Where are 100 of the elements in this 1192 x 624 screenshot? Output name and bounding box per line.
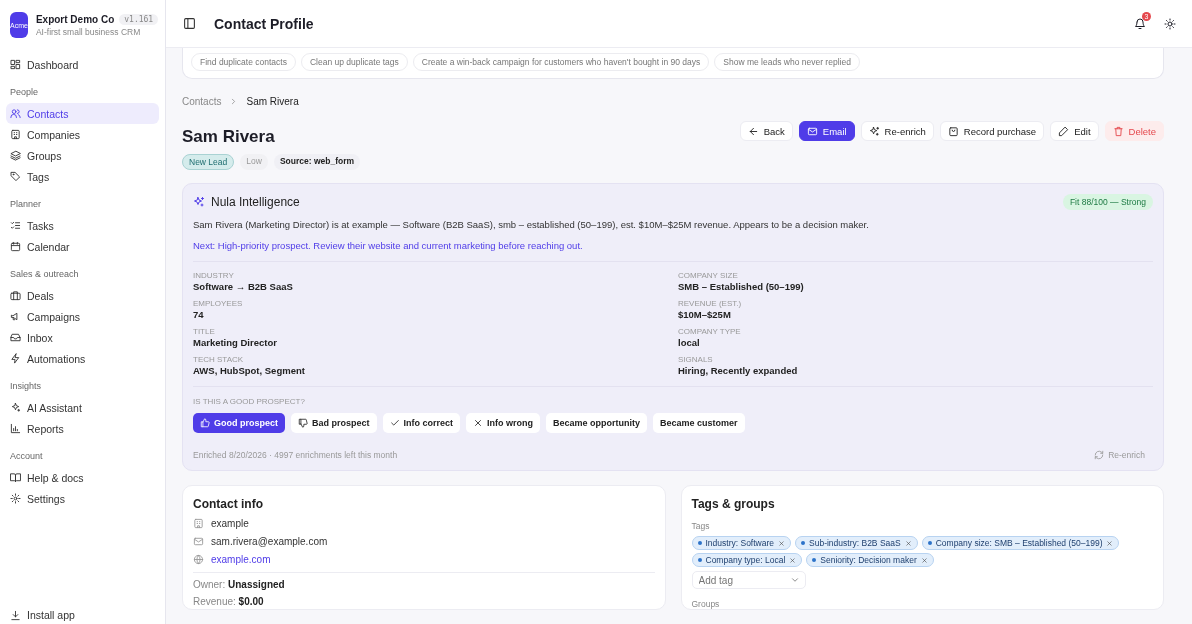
nav-item[interactable]: Inbox xyxy=(6,327,159,348)
download-icon xyxy=(10,609,21,621)
nav-item[interactable]: Calendar xyxy=(6,236,159,257)
tag-chip[interactable]: Company size: SMB – Established (50–199) xyxy=(921,536,1120,550)
feedback-button[interactable]: Info wrong xyxy=(466,413,541,433)
field-label: TITLE xyxy=(193,327,216,336)
layers-icon xyxy=(10,150,21,161)
nav-item[interactable]: Deals xyxy=(6,285,159,306)
trash-icon xyxy=(1112,125,1124,137)
feedback-button[interactable]: Info correct xyxy=(382,413,461,433)
field-label: INDUSTRY xyxy=(193,271,235,280)
nav-item[interactable]: Tasks xyxy=(6,215,159,236)
chevron-down-icon xyxy=(789,575,800,585)
version-badge: v1.161 xyxy=(119,13,159,25)
nav-item[interactable]: Campaigns xyxy=(6,306,159,327)
section-heading: Insights xyxy=(9,380,43,393)
envelope-icon xyxy=(193,536,204,547)
sparkle-icon xyxy=(868,125,880,137)
nav-item[interactable]: Automations xyxy=(6,348,159,369)
tag-icon xyxy=(10,171,21,182)
action-button[interactable]: Re-enrich xyxy=(860,121,934,141)
priority-badge: Low xyxy=(240,154,268,170)
section-heading: Account xyxy=(9,450,44,463)
email-text: sam.rivera@example.com xyxy=(211,536,328,547)
field-value: SMB – Established (50–199) xyxy=(678,281,805,292)
nav-item[interactable]: Settings xyxy=(6,488,159,509)
field-label: EMPLOYEES xyxy=(193,299,244,308)
feedback-button[interactable]: Bad prospect xyxy=(291,413,377,433)
install-app-link[interactable]: Install app xyxy=(6,606,159,624)
nav-item[interactable]: Reports xyxy=(6,418,159,439)
nav-item[interactable]: Tags xyxy=(6,166,159,187)
contact-name: Sam Rivera xyxy=(182,127,276,147)
breadcrumb-link[interactable]: Contacts xyxy=(182,96,222,107)
field-label: REVENUE (EST.) xyxy=(678,299,743,308)
arrow-left-icon xyxy=(747,125,759,137)
feedback-button[interactable]: Became customer xyxy=(653,413,745,433)
add-tag-field[interactable]: Add tag xyxy=(691,571,806,589)
nav-item[interactable]: Groups xyxy=(6,145,159,166)
action-button[interactable]: Record purchase xyxy=(939,121,1045,141)
pencil-icon xyxy=(1058,125,1070,137)
grid-icon xyxy=(10,59,21,70)
users-icon xyxy=(10,108,21,119)
sun-icon xyxy=(1164,17,1176,30)
suggestion-chip[interactable]: Find duplicate contacts xyxy=(191,53,296,71)
field-value: $10M–$25M xyxy=(678,309,732,320)
checklist-icon xyxy=(10,220,21,231)
remove-tag-button[interactable] xyxy=(904,539,912,547)
remove-tag-button[interactable] xyxy=(1106,539,1114,547)
feedback-button[interactable]: Good prospect xyxy=(193,413,285,433)
remove-tag-button[interactable] xyxy=(789,556,797,564)
action-button[interactable]: Back xyxy=(739,121,793,141)
delete-button[interactable]: Delete xyxy=(1104,121,1164,141)
suggestion-chip[interactable]: Create a win-back campaign for customers who haven't bought in 90 days xyxy=(412,53,710,71)
org-name: Export Demo Co xyxy=(35,13,115,25)
detail-text: Owner: Unassigned xyxy=(193,579,286,590)
email-button[interactable]: Email xyxy=(798,121,855,141)
detail-text: Revenue: $0.00 xyxy=(193,596,265,607)
fit-score-badge: Fit 88/100 — Strong xyxy=(1062,194,1153,210)
website-link[interactable]: example.com xyxy=(211,554,271,565)
section-heading: People xyxy=(9,86,40,99)
field-value: AWS, HubSpot, Segment xyxy=(193,365,306,376)
suggestion-chip[interactable]: Show me leads who never replied xyxy=(714,53,860,71)
card-title: Tags & groups xyxy=(691,497,776,511)
theme-toggle-button[interactable] xyxy=(1164,17,1176,30)
tag-chip[interactable]: Company type: Local xyxy=(691,553,803,567)
bell-icon xyxy=(1134,17,1146,30)
thumbs-up-icon xyxy=(200,418,210,428)
enrichment-note: Enriched 8/20/2026 · 4997 enrichments left this month xyxy=(193,450,398,460)
field-label: COMPANY TYPE xyxy=(678,327,742,336)
nav-item[interactable]: Help & docs xyxy=(6,467,159,488)
field-value: local xyxy=(678,337,701,348)
refresh-icon xyxy=(1094,450,1105,460)
org-tagline: AI-first small business CRM xyxy=(35,26,142,37)
feedback-button[interactable]: Became opportunity xyxy=(546,413,648,433)
nav-item[interactable]: Companies xyxy=(6,124,159,145)
tag-chip[interactable]: Sub-industry: B2B SaaS xyxy=(795,536,918,550)
nav-item[interactable]: Dashboard xyxy=(6,54,159,75)
nav-item[interactable]: AI Assistant xyxy=(6,397,159,418)
suggestion-chip[interactable]: Clean up duplicate tags xyxy=(300,53,408,71)
field-value: 74 xyxy=(193,309,205,320)
remove-tag-button[interactable] xyxy=(778,539,785,547)
panel-icon xyxy=(183,17,196,30)
action-button[interactable]: Edit xyxy=(1050,121,1099,141)
close-icon xyxy=(1106,539,1114,547)
remove-tag-button[interactable] xyxy=(920,556,928,564)
field-value: Software → B2B SaaS xyxy=(193,281,294,292)
sidebar-toggle-button[interactable] xyxy=(183,17,196,30)
tags-label: Tags xyxy=(691,521,711,531)
nav-item[interactable]: Contacts xyxy=(6,103,159,124)
field-value: Marketing Director xyxy=(193,337,278,348)
page-title: Contact Profile xyxy=(214,15,315,32)
building-icon xyxy=(193,518,204,529)
section-heading: Sales & outreach xyxy=(9,268,80,281)
notifications-button[interactable] xyxy=(1134,17,1146,30)
tag-chip[interactable]: Seniority: Decision maker xyxy=(806,553,934,567)
tag-chip[interactable]: Industry: Software xyxy=(691,536,791,550)
field-label: TECH STACK xyxy=(193,355,245,364)
settings-icon xyxy=(10,493,21,504)
status-badge: New Lead xyxy=(182,154,235,170)
close-icon xyxy=(473,418,484,428)
